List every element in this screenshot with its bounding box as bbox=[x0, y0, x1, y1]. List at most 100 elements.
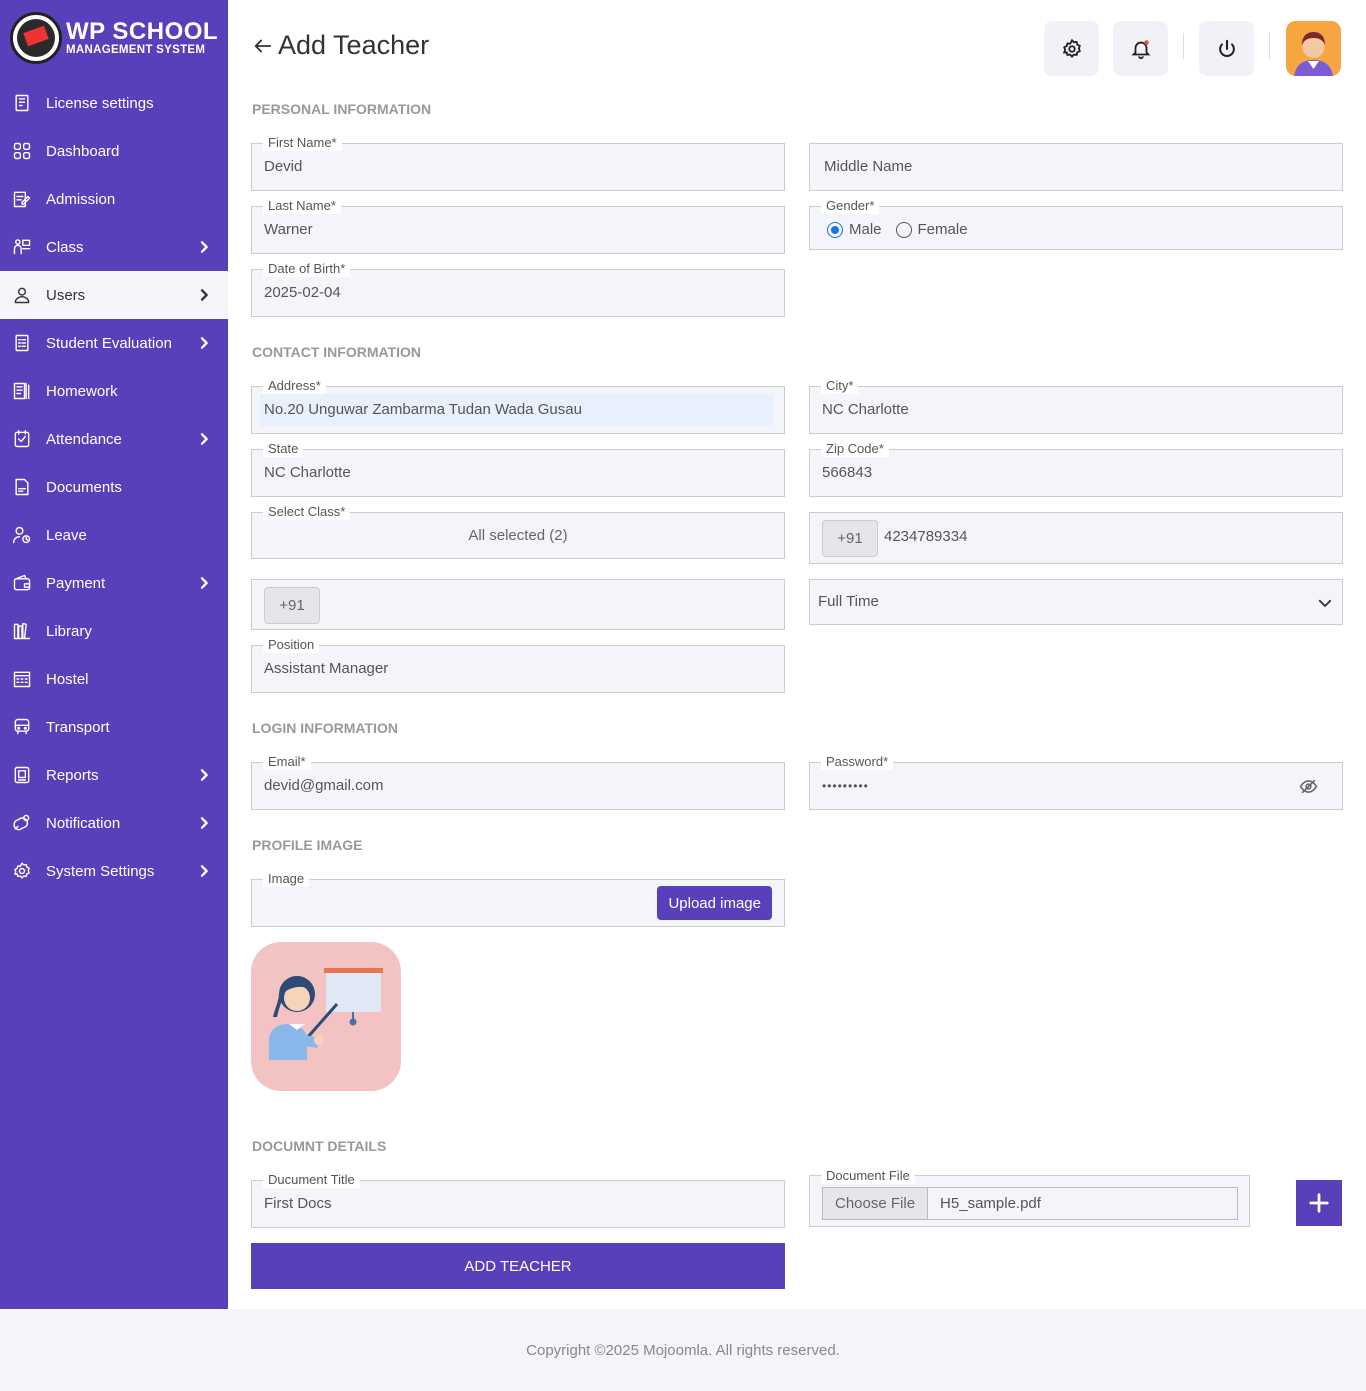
choose-file-button[interactable]: Choose File bbox=[823, 1188, 929, 1219]
sidebar-item-label: System Settings bbox=[46, 862, 155, 880]
first-name-field[interactable]: First Name* Devid bbox=[251, 135, 785, 191]
sidebar-item-users[interactable]: Users bbox=[0, 271, 228, 319]
sidebar-item-dashboard[interactable]: Dashboard bbox=[0, 127, 228, 175]
transport-icon bbox=[12, 717, 32, 737]
city-label: City* bbox=[821, 378, 859, 394]
password-field[interactable]: Password* ••••••••• bbox=[809, 754, 1343, 810]
documents-icon bbox=[12, 477, 32, 497]
settings-icon bbox=[12, 861, 32, 881]
mobile-country-code[interactable]: +91 bbox=[822, 520, 878, 557]
sidebar-item-label: Hostel bbox=[46, 670, 89, 688]
gear-icon bbox=[1062, 38, 1081, 58]
chevron-right-icon bbox=[200, 577, 208, 589]
avatar[interactable] bbox=[1286, 21, 1341, 76]
sidebar: WP SCHOOL MANAGEMENT SYSTEM License sett… bbox=[0, 0, 228, 1309]
sidebar-item-label: Documents bbox=[46, 478, 122, 496]
zip-value: 566843 bbox=[822, 464, 873, 481]
chevron-down-icon bbox=[1318, 599, 1332, 607]
add-document-button[interactable] bbox=[1296, 1180, 1342, 1226]
gender-female-radio[interactable]: Female bbox=[895, 221, 968, 238]
brand-logo[interactable]: WP SCHOOL MANAGEMENT SYSTEM bbox=[10, 12, 218, 64]
last-name-field[interactable]: Last Name* Warner bbox=[251, 198, 785, 254]
employment-type-select[interactable]: Full Time bbox=[809, 579, 1343, 625]
radio-unchecked-icon bbox=[895, 221, 912, 238]
mobile-field[interactable]: +91 4234789334 bbox=[809, 512, 1343, 564]
admission-icon bbox=[12, 189, 32, 209]
hostel-icon bbox=[12, 669, 32, 689]
state-field[interactable]: State NC Charlotte bbox=[251, 441, 785, 497]
city-value: NC Charlotte bbox=[822, 401, 909, 418]
sidebar-item-library[interactable]: Library bbox=[0, 607, 228, 655]
homework-icon bbox=[12, 381, 32, 401]
user-icon bbox=[12, 285, 32, 305]
middle-name-field[interactable]: Middle Name bbox=[809, 143, 1343, 191]
profile-image-preview bbox=[251, 942, 401, 1091]
sidebar-item-notification[interactable]: Notification bbox=[0, 799, 228, 847]
sidebar-item-admission[interactable]: Admission bbox=[0, 175, 228, 223]
address-label: Address* bbox=[263, 378, 326, 394]
sidebar-item-student-evaluation[interactable]: Student Evaluation bbox=[0, 319, 228, 367]
main-content: Add Teacher PERSONAL INFORMATION First N… bbox=[228, 0, 1366, 1309]
sidebar-item-leave[interactable]: Leave bbox=[0, 511, 228, 559]
alt-mobile-country-code[interactable]: +91 bbox=[264, 587, 320, 624]
plus-icon bbox=[1309, 1193, 1329, 1213]
select-class-dropdown[interactable]: Select Class* All selected (2) bbox=[251, 504, 785, 559]
notifications-button[interactable] bbox=[1113, 21, 1168, 76]
library-icon bbox=[12, 621, 32, 641]
contact-info-heading: CONTACT INFORMATION bbox=[252, 344, 422, 360]
upload-image-button[interactable]: Upload image bbox=[657, 886, 772, 920]
image-field: Image Upload image bbox=[251, 871, 785, 927]
document-title-field[interactable]: Ducument Title First Docs bbox=[251, 1172, 785, 1228]
sidebar-item-attendance[interactable]: Attendance bbox=[0, 415, 228, 463]
chevron-right-icon bbox=[200, 337, 208, 349]
user-avatar-icon bbox=[1286, 21, 1341, 76]
chevron-right-icon bbox=[200, 241, 208, 253]
position-field[interactable]: Position Assistant Manager bbox=[251, 637, 785, 693]
sidebar-item-homework[interactable]: Homework bbox=[0, 367, 228, 415]
gender-female-label: Female bbox=[917, 221, 968, 238]
last-name-label: Last Name* bbox=[263, 198, 341, 214]
zip-label: Zip Code* bbox=[821, 441, 889, 457]
add-teacher-button[interactable]: ADD TEACHER bbox=[251, 1243, 785, 1289]
document-file-input[interactable]: Choose File H5_sample.pdf bbox=[822, 1187, 1238, 1220]
back-arrow-icon[interactable] bbox=[252, 35, 274, 57]
zip-field[interactable]: Zip Code* 566843 bbox=[809, 441, 1343, 497]
chevron-right-icon bbox=[200, 865, 208, 877]
sidebar-item-class[interactable]: Class bbox=[0, 223, 228, 271]
header-divider bbox=[1183, 33, 1184, 59]
alt-mobile-field[interactable]: +91 bbox=[251, 579, 785, 630]
email-value: devid@gmail.com bbox=[264, 777, 384, 794]
brand-subtitle: MANAGEMENT SYSTEM bbox=[66, 44, 206, 56]
footer-copyright: Copyright ©2025 Mojoomla. All rights res… bbox=[526, 1341, 840, 1359]
notification-icon bbox=[12, 813, 32, 833]
sidebar-nav: License settings Dashboard Admission Class U… bbox=[0, 79, 228, 895]
sidebar-item-reports[interactable]: Reports bbox=[0, 751, 228, 799]
sidebar-item-label: Homework bbox=[46, 382, 118, 400]
password-value: ••••••••• bbox=[822, 779, 869, 793]
sidebar-item-system-settings[interactable]: System Settings bbox=[0, 847, 228, 895]
sidebar-item-label: Transport bbox=[46, 718, 110, 736]
sidebar-item-license-settings[interactable]: License settings bbox=[0, 79, 228, 127]
email-field[interactable]: Email* devid@gmail.com bbox=[251, 754, 785, 810]
personal-info-heading: PERSONAL INFORMATION bbox=[252, 101, 432, 117]
dob-field[interactable]: Date of Birth* 2025-02-04 bbox=[251, 261, 785, 317]
sidebar-item-documents[interactable]: Documents bbox=[0, 463, 228, 511]
first-name-value: Devid bbox=[264, 158, 303, 175]
sidebar-item-label: Notification bbox=[46, 814, 121, 832]
sidebar-item-transport[interactable]: Transport bbox=[0, 703, 228, 751]
sidebar-item-payment[interactable]: Payment bbox=[0, 559, 228, 607]
logout-button[interactable] bbox=[1199, 21, 1254, 76]
address-field[interactable]: Address* No.20 Unguwar Zambarma Tudan Wa… bbox=[251, 378, 785, 434]
gender-male-radio[interactable]: Male bbox=[827, 221, 882, 238]
school-logo-icon bbox=[10, 12, 62, 64]
sidebar-item-hostel[interactable]: Hostel bbox=[0, 655, 228, 703]
sidebar-item-label: Admission bbox=[46, 190, 116, 208]
power-icon bbox=[1218, 39, 1235, 57]
last-name-value: Warner bbox=[264, 221, 313, 238]
eye-slash-icon[interactable] bbox=[1299, 777, 1318, 796]
payment-icon bbox=[12, 573, 32, 593]
bell-icon bbox=[1130, 39, 1151, 59]
gender-male-label: Male bbox=[849, 221, 882, 238]
city-field[interactable]: City* NC Charlotte bbox=[809, 378, 1343, 434]
settings-button[interactable] bbox=[1044, 21, 1099, 76]
